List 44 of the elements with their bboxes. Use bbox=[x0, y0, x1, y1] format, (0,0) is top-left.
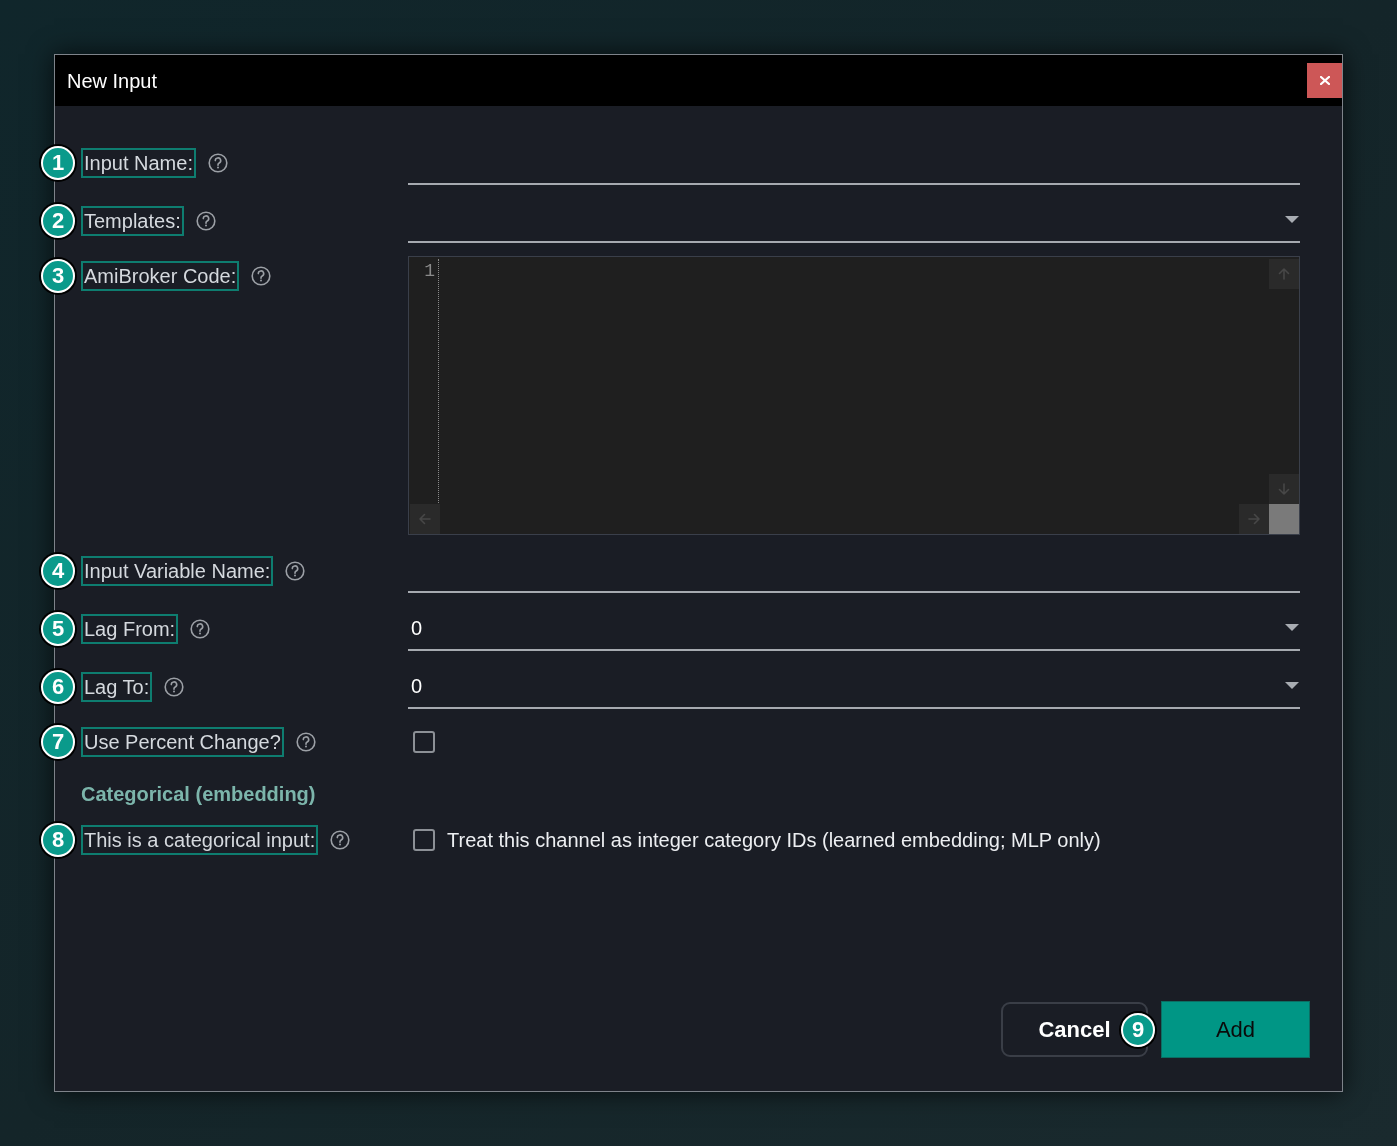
line-number: 1 bbox=[424, 260, 435, 283]
callout-badge: 7 bbox=[41, 725, 75, 759]
callout-badge: 6 bbox=[41, 669, 75, 704]
help-icon bbox=[285, 560, 306, 581]
close-icon bbox=[1319, 76, 1330, 85]
field-label: Input Variable Name: bbox=[81, 555, 274, 586]
scrollbar-corner bbox=[1269, 504, 1299, 534]
help-icon bbox=[330, 830, 351, 850]
callout-badge: 2 bbox=[41, 203, 75, 238]
close-button[interactable] bbox=[1307, 63, 1342, 98]
help-icon bbox=[295, 732, 316, 752]
field-label: Input Name: bbox=[81, 147, 196, 178]
field-label: This is a categorical input: bbox=[81, 825, 319, 855]
callout-badge: 3 bbox=[41, 259, 75, 293]
callout-badge: 5 bbox=[41, 611, 75, 646]
field-label: Lag From: bbox=[81, 613, 179, 644]
checkbox[interactable] bbox=[413, 829, 435, 851]
help-icon bbox=[195, 210, 216, 231]
field-label: AmiBroker Code: bbox=[81, 261, 240, 291]
checkbox[interactable] bbox=[413, 731, 435, 753]
arrow-right-icon bbox=[1247, 512, 1261, 526]
dropdown-field[interactable]: 0 bbox=[408, 606, 1300, 651]
arrow-up-icon bbox=[1277, 267, 1291, 281]
checkbox-label: Treat this channel as integer category IDs (learned embedding; MLP only) bbox=[447, 828, 1101, 853]
callout-badge: 8 bbox=[41, 823, 75, 857]
caret-icon bbox=[1285, 624, 1299, 631]
field-label: Lag To: bbox=[81, 671, 153, 702]
help-icon bbox=[207, 152, 228, 173]
dialog-title: New Input bbox=[67, 68, 158, 94]
add-button[interactable]: Add bbox=[1161, 1001, 1310, 1058]
help-icon bbox=[164, 676, 185, 697]
caret-icon bbox=[1285, 216, 1299, 223]
field-label: Templates: bbox=[81, 205, 184, 236]
section-heading: Categorical (embedding) bbox=[81, 782, 316, 807]
callout-badge: 4 bbox=[41, 553, 75, 588]
callout-badge: 1 bbox=[41, 145, 75, 180]
callout-badge: 9 bbox=[1121, 1012, 1155, 1047]
arrow-left-icon bbox=[418, 512, 432, 526]
field-label: Use Percent Change? bbox=[81, 727, 284, 757]
help-icon bbox=[190, 618, 211, 639]
caret-icon bbox=[1285, 682, 1299, 689]
dropdown-field[interactable]: 0 bbox=[408, 664, 1300, 709]
help-icon bbox=[251, 266, 272, 286]
arrow-down-icon bbox=[1277, 482, 1291, 496]
